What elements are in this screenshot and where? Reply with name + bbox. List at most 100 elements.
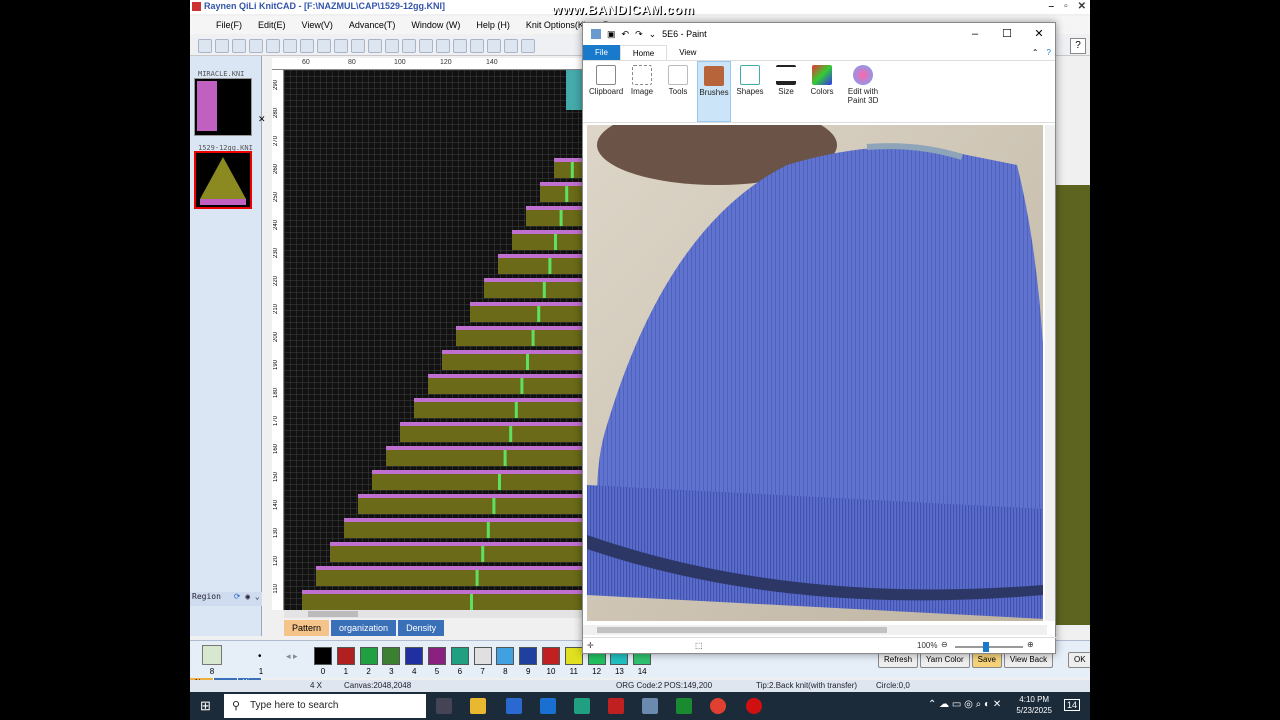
chevron-down-icon[interactable]: ⌄ xyxy=(255,592,260,601)
chrome-icon[interactable] xyxy=(710,698,726,714)
tab-file[interactable]: File xyxy=(583,45,620,60)
nav-arrows-icon[interactable]: ◂ ▸ xyxy=(286,651,298,662)
thumbnail-active[interactable] xyxy=(194,151,252,209)
zoom-slider[interactable] xyxy=(955,646,1023,648)
taskbar-search[interactable]: ⚲ Type here to search xyxy=(224,694,426,718)
palette-swatch[interactable] xyxy=(336,647,355,665)
print-icon[interactable] xyxy=(249,38,263,53)
palette-swatch[interactable] xyxy=(405,647,424,665)
system-tray-icons[interactable]: ⌃ ☁ ▭ ◎ ⌕ ◐ ✕ xyxy=(928,699,1001,710)
palette-swatch[interactable] xyxy=(519,647,538,665)
ok-button[interactable]: OK xyxy=(1068,652,1090,668)
menu-advance[interactable]: Advance(T) xyxy=(343,16,402,34)
image-group[interactable]: Image xyxy=(625,61,659,122)
fill-icon[interactable] xyxy=(504,38,518,53)
notifications-badge[interactable]: 14 xyxy=(1063,699,1080,711)
palette-swatch[interactable] xyxy=(496,647,515,665)
pattern-icon[interactable] xyxy=(419,38,433,53)
tab-home[interactable]: Home xyxy=(619,45,668,60)
save-icon[interactable] xyxy=(232,38,246,53)
chart-app-icon[interactable] xyxy=(676,698,692,714)
app-icon-green[interactable] xyxy=(574,698,590,714)
menu-window[interactable]: Window (W) xyxy=(405,16,466,34)
customize-icon[interactable]: ⌄ xyxy=(649,29,657,40)
paint3d-group[interactable]: Edit with Paint 3D xyxy=(841,61,885,122)
open-icon[interactable] xyxy=(215,38,229,53)
maximize-icon[interactable]: ▫ xyxy=(1064,0,1068,13)
minimize-icon[interactable]: – xyxy=(1049,0,1055,13)
image-icon[interactable] xyxy=(436,38,450,53)
menu-view[interactable]: View(V) xyxy=(296,16,339,34)
clipboard-group[interactable]: Clipboard xyxy=(589,61,623,122)
eye-icon[interactable]: ◉ xyxy=(245,592,250,601)
zoom-out-icon[interactable]: ⊖ xyxy=(941,640,948,649)
tab-organization[interactable]: organization xyxy=(331,620,397,636)
shapes-group[interactable]: Shapes xyxy=(733,61,767,122)
menu-help[interactable]: Help (H) xyxy=(470,16,516,34)
brushes-group[interactable]: Brushes xyxy=(697,61,731,122)
tab-view[interactable]: View xyxy=(667,45,708,60)
windows-start-icon[interactable]: ⊞ xyxy=(200,698,211,714)
scroll-thumb[interactable] xyxy=(308,611,358,617)
paint-canvas[interactable] xyxy=(587,125,1043,621)
palette-swatch[interactable] xyxy=(473,647,492,665)
palette-swatch[interactable] xyxy=(428,647,446,665)
tools-group[interactable]: Tools xyxy=(661,61,695,122)
dot-icon[interactable]: • xyxy=(258,651,262,662)
paint-vscroll[interactable] xyxy=(1045,125,1055,621)
zoom-slider-thumb[interactable] xyxy=(983,642,989,652)
store-icon[interactable] xyxy=(506,698,522,714)
table-icon[interactable] xyxy=(368,38,382,53)
size-group[interactable]: Size xyxy=(769,61,803,122)
menu-file[interactable]: File(F) xyxy=(210,16,248,34)
palette-swatch[interactable] xyxy=(450,647,469,665)
clock[interactable]: 4:10 PM 5/23/2025 xyxy=(1016,694,1052,716)
close-icon[interactable]: ✕ xyxy=(1078,0,1086,13)
palette-swatch[interactable] xyxy=(382,647,401,665)
select-icon[interactable] xyxy=(402,38,416,53)
gear-icon[interactable] xyxy=(453,38,467,53)
palette-swatch[interactable] xyxy=(359,647,378,665)
tab-pattern[interactable]: Pattern xyxy=(284,620,330,636)
panel-close-icon[interactable]: ✕ xyxy=(258,114,266,125)
tool-icon[interactable] xyxy=(470,38,484,53)
paint-hscroll[interactable] xyxy=(583,625,1047,635)
quick-save-icon[interactable]: ▣ xyxy=(607,29,616,40)
thumbnail-miracle[interactable] xyxy=(194,78,252,136)
canvas-hscroll[interactable] xyxy=(284,610,582,618)
outlook-icon[interactable] xyxy=(540,698,556,714)
zoom-in-icon[interactable]: ⊕ xyxy=(1027,640,1034,649)
ribbon-collapse-icon[interactable]: ⌃ xyxy=(1028,45,1043,60)
paint-hscroll-thumb[interactable] xyxy=(597,627,887,633)
tab-density[interactable]: Density xyxy=(398,620,445,636)
brush-icon[interactable] xyxy=(487,38,501,53)
file-explorer-icon[interactable] xyxy=(470,698,486,714)
knit-pattern-canvas[interactable] xyxy=(284,70,582,610)
bandicam-icon[interactable] xyxy=(746,698,762,714)
undo-icon[interactable] xyxy=(266,38,280,53)
cut-icon[interactable] xyxy=(300,38,314,53)
paint-help-icon[interactable]: ? xyxy=(1043,45,1055,60)
redo-icon[interactable] xyxy=(283,38,297,53)
current-stitch-icon[interactable] xyxy=(202,645,222,665)
paint-close-icon[interactable]: ✕ xyxy=(1023,23,1055,45)
paint-maximize-icon[interactable]: ☐ xyxy=(991,23,1023,45)
palette-swatch[interactable] xyxy=(564,647,583,665)
palette-swatch[interactable] xyxy=(314,647,332,665)
task-view-icon[interactable] xyxy=(436,698,452,714)
new-icon[interactable] xyxy=(198,38,212,53)
colors-group[interactable]: Colors xyxy=(805,61,839,122)
undo-icon[interactable]: ↶ xyxy=(622,29,630,40)
redo-icon[interactable]: ↷ xyxy=(635,29,643,40)
palette-swatch[interactable] xyxy=(542,647,560,665)
zoom-icon[interactable] xyxy=(385,38,399,53)
app-icon-red[interactable] xyxy=(608,698,624,714)
help-icon[interactable]: ? xyxy=(1070,38,1086,54)
menu-edit[interactable]: Edit(E) xyxy=(252,16,292,34)
paint-taskbar-icon[interactable] xyxy=(642,698,658,714)
refresh-icon[interactable]: ⟳ xyxy=(234,592,241,601)
layer-icon[interactable] xyxy=(521,38,535,53)
paint-minimize-icon[interactable]: – xyxy=(959,23,991,45)
grid-icon[interactable] xyxy=(351,38,365,53)
paste-icon[interactable] xyxy=(334,38,348,53)
